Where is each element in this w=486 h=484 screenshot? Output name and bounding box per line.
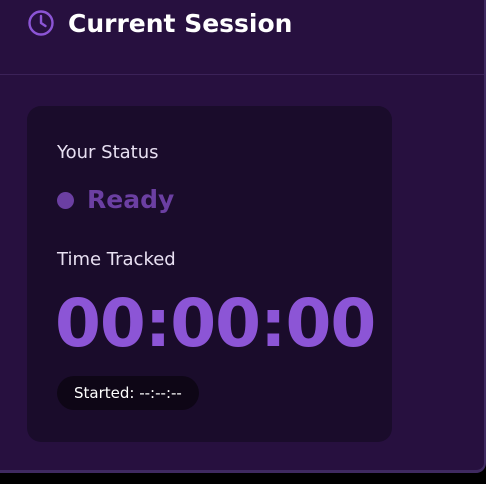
status-value: Ready [87,185,175,214]
status-dot-icon [57,192,74,209]
started-label: Started: [74,384,135,402]
started-time: --:--:-- [139,384,182,402]
status-label: Your Status [57,142,159,163]
clock-icon [28,10,54,36]
panel-header: Current Session [0,0,484,75]
started-badge: Started: --:--:-- [57,376,199,410]
timer-display: 00:00:00 [55,285,376,362]
session-card: Your Status Ready Time Tracked 00:00:00 … [27,106,392,442]
time-tracked-label: Time Tracked [57,249,176,270]
panel-title: Current Session [68,9,293,38]
current-session-panel: Current Session Your Status Ready Time T… [0,0,486,473]
